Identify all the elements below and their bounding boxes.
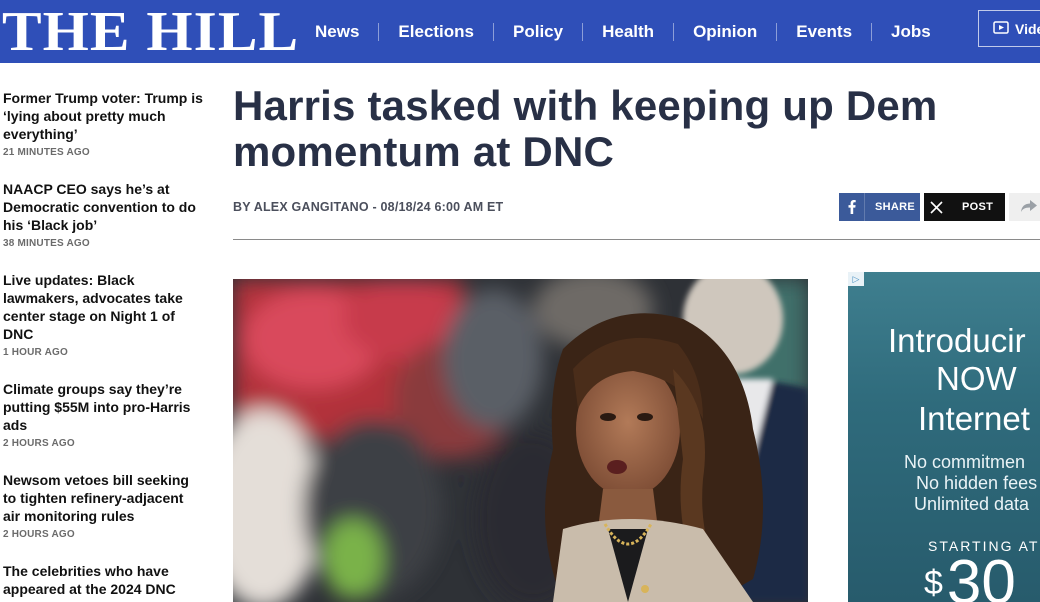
story-time: 1 HOUR AGO — [3, 347, 68, 358]
nav-policy[interactable]: Policy — [494, 22, 584, 41]
sidebar-story[interactable]: NAACP CEO says he’s at Democratic conven… — [3, 180, 203, 249]
video-label: Vide — [1015, 20, 1040, 37]
article-photo[interactable] — [233, 279, 808, 602]
nav-health[interactable]: Health — [583, 22, 675, 41]
sidebar-story[interactable]: Climate groups say they’re putting $55M … — [3, 380, 203, 449]
sidebar-story[interactable]: Former Trump voter: Trump is ‘lying abou… — [3, 89, 203, 158]
play-icon — [993, 20, 1009, 37]
nav-elections[interactable]: Elections — [379, 22, 495, 41]
article-headline: Harris tasked with keeping up Dem moment… — [233, 82, 938, 175]
nav-news[interactable]: News — [296, 22, 380, 41]
ad-price-amount: 30 — [946, 548, 1016, 602]
story-title[interactable]: Newsom vetoes bill seeking to tighten re… — [3, 471, 203, 525]
main-nav: News Elections Policy Health Opinion Eve… — [296, 0, 950, 63]
story-title[interactable]: Live updates: Black lawmakers, advocates… — [3, 271, 203, 343]
x-post-label: POST — [962, 201, 994, 213]
story-time: 2 HOURS AGO — [3, 529, 75, 540]
nav-events[interactable]: Events — [777, 22, 873, 41]
site-logo[interactable]: THE HILL — [2, 4, 299, 60]
nav-jobs[interactable]: Jobs — [872, 22, 950, 41]
sidebar-story[interactable]: Newsom vetoes bill seeking to tighten re… — [3, 471, 203, 540]
ad-headline-3: Internet — [918, 400, 1030, 437]
advertisement[interactable]: ▷ Introducir NOW Internet No commitmen N… — [848, 272, 1040, 602]
x-post-button[interactable]: POST — [924, 193, 1005, 221]
more-share-button[interactable] — [1009, 193, 1040, 221]
facebook-share-button[interactable]: SHARE — [839, 193, 920, 221]
site-header: THE HILL News Elections Policy Health Op… — [0, 0, 1040, 63]
share-arrow-icon — [1020, 199, 1038, 216]
ad-feature-2: No hidden fees — [916, 473, 1038, 493]
ad-feature-1: No commitmen — [904, 452, 1026, 472]
kamala-harris-photo — [233, 279, 808, 602]
story-time: 38 MINUTES AGO — [3, 238, 90, 249]
story-time: 21 MINUTES AGO — [3, 147, 90, 158]
ad-feature-3: Unlimited data — [914, 494, 1030, 514]
story-title[interactable]: NAACP CEO says he’s at Democratic conven… — [3, 180, 203, 234]
ad-price-currency: $ — [924, 564, 943, 602]
facebook-share-label: SHARE — [875, 201, 916, 213]
ad-headline-2: NOW — [936, 360, 1017, 397]
ad-price: $ 30 — [924, 552, 1016, 602]
header-divider — [233, 239, 1040, 240]
nav-opinion[interactable]: Opinion — [674, 22, 778, 41]
story-title[interactable]: Former Trump voter: Trump is ‘lying abou… — [3, 89, 203, 143]
video-button[interactable]: Vide — [978, 10, 1040, 47]
sidebar-story[interactable]: Live updates: Black lawmakers, advocates… — [3, 271, 203, 358]
story-time: 2 HOURS AGO — [3, 438, 75, 449]
ad-headline-1: Introducir — [888, 322, 1026, 359]
article-byline: BY ALEX GANGITANO - 08/18/24 6:00 AM ET — [233, 200, 504, 214]
sidebar-story[interactable]: The celebrities who have appeared at the… — [3, 562, 203, 598]
facebook-icon — [839, 193, 865, 221]
share-bar: SHARE POST — [839, 193, 1040, 221]
latest-news-sidebar: Former Trump voter: Trump is ‘lying abou… — [3, 89, 203, 602]
x-logo-icon — [924, 193, 948, 221]
story-title[interactable]: The celebrities who have appeared at the… — [3, 562, 203, 598]
ad-choices-icon[interactable]: ▷ — [848, 272, 864, 286]
story-title[interactable]: Climate groups say they’re putting $55M … — [3, 380, 203, 434]
